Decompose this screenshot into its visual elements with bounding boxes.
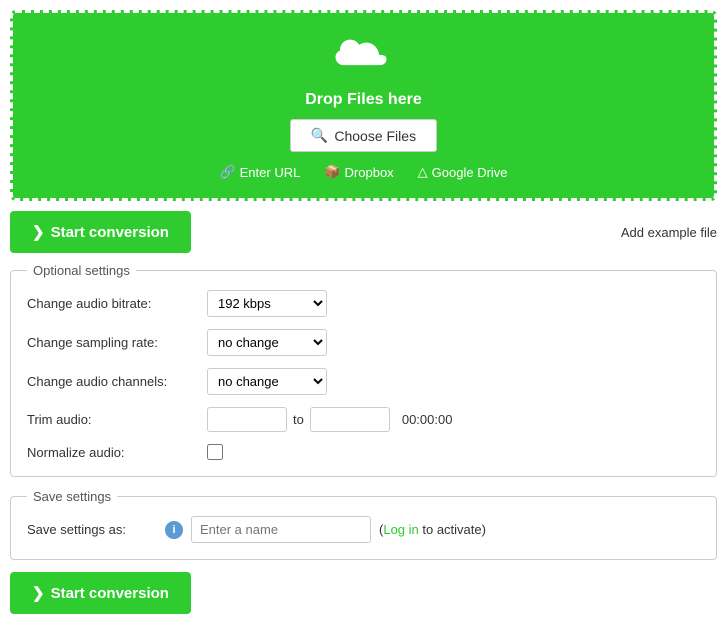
sampling-rate-select[interactable]: no change 8000 Hz 22050 Hz 44100 Hz 4800… (207, 329, 327, 356)
enter-url-label: Enter URL (240, 165, 301, 180)
trim-audio-label: Trim audio: (27, 412, 207, 427)
google-drive-link[interactable]: △ Google Drive (418, 164, 508, 180)
drop-files-text: Drop Files here (305, 91, 421, 109)
search-icon: 🔍 (311, 127, 328, 144)
dropbox-link[interactable]: 📦 Dropbox (324, 164, 393, 180)
sampling-rate-control: no change 8000 Hz 22050 Hz 44100 Hz 4800… (207, 329, 327, 356)
google-drive-icon: △ (418, 164, 428, 180)
drop-zone[interactable]: Drop Files here 🔍 Choose Files 🔗 Enter U… (10, 10, 717, 201)
login-suffix: to activate) (419, 522, 486, 537)
audio-channels-select[interactable]: no change 1 (mono) 2 (stereo) (207, 368, 327, 395)
trim-start-input[interactable] (207, 407, 287, 432)
save-settings-legend: Save settings (27, 489, 117, 504)
start-conversion-label-top: Start conversion (51, 224, 169, 241)
audio-channels-control: no change 1 (mono) 2 (stereo) (207, 368, 327, 395)
save-row: Save settings as: i (Log in to activate) (27, 516, 700, 543)
link-icon: 🔗 (219, 164, 235, 180)
save-settings-label: Save settings as: (27, 522, 157, 537)
normalize-audio-row: Normalize audio: (27, 444, 700, 460)
action-row: ❯ Start conversion Add example file (10, 211, 717, 253)
trim-time-display: 00:00:00 (402, 412, 453, 427)
google-drive-label: Google Drive (432, 165, 508, 180)
audio-channels-label: Change audio channels: (27, 374, 207, 389)
arrow-icon-bottom: ❯ (32, 584, 45, 602)
trim-audio-row: Trim audio: to 00:00:00 (27, 407, 700, 432)
normalize-audio-label: Normalize audio: (27, 445, 207, 460)
login-text: (Log in to activate) (379, 522, 486, 537)
bitrate-control: 192 kbps 64 kbps 128 kbps 256 kbps 320 k… (207, 290, 327, 317)
info-icon: i (165, 521, 183, 539)
choose-files-button[interactable]: 🔍 Choose Files (290, 119, 437, 152)
trim-to-separator: to (293, 412, 304, 427)
sampling-rate-row: Change sampling rate: no change 8000 Hz … (27, 329, 700, 356)
upload-cloud-icon (334, 33, 394, 83)
dropbox-label: Dropbox (345, 165, 394, 180)
normalize-audio-checkbox[interactable] (207, 444, 223, 460)
choose-files-label: Choose Files (334, 128, 416, 144)
dropbox-icon: 📦 (324, 164, 340, 180)
bottom-action-row: ❯ Start conversion (10, 572, 717, 614)
bitrate-label: Change audio bitrate: (27, 296, 207, 311)
trim-controls: to 00:00:00 (207, 407, 452, 432)
bitrate-row: Change audio bitrate: 192 kbps 64 kbps 1… (27, 290, 700, 317)
main-wrapper: Drop Files here 🔍 Choose Files 🔗 Enter U… (0, 0, 727, 634)
start-conversion-button-top[interactable]: ❯ Start conversion (10, 211, 191, 253)
arrow-icon-top: ❯ (32, 223, 45, 241)
optional-settings-legend: Optional settings (27, 263, 136, 278)
add-example-link[interactable]: Add example file (621, 225, 717, 240)
optional-settings-fieldset: Optional settings Change audio bitrate: … (10, 263, 717, 477)
audio-channels-row: Change audio channels: no change 1 (mono… (27, 368, 700, 395)
bitrate-select[interactable]: 192 kbps 64 kbps 128 kbps 256 kbps 320 k… (207, 290, 327, 317)
enter-url-link[interactable]: 🔗 Enter URL (219, 164, 300, 180)
start-conversion-button-bottom[interactable]: ❯ Start conversion (10, 572, 191, 614)
trim-end-input[interactable] (310, 407, 390, 432)
source-links: 🔗 Enter URL 📦 Dropbox △ Google Drive (219, 164, 507, 180)
save-settings-fieldset: Save settings Save settings as: i (Log i… (10, 489, 717, 560)
start-conversion-label-bottom: Start conversion (51, 585, 169, 602)
sampling-rate-label: Change sampling rate: (27, 335, 207, 350)
login-link[interactable]: Log in (383, 522, 418, 537)
save-name-input[interactable] (191, 516, 371, 543)
